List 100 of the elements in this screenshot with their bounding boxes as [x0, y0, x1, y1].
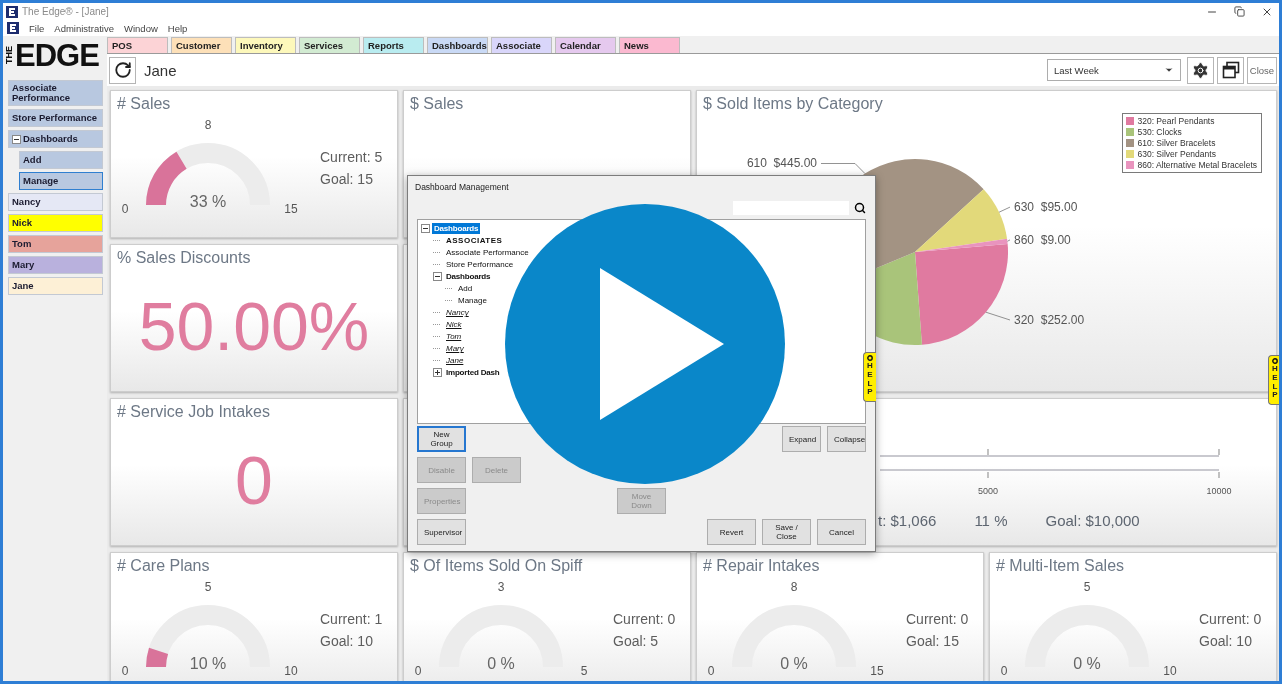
leader-line	[1007, 239, 1011, 242]
dialog-button[interactable]: New Group	[417, 426, 466, 452]
tree-item[interactable]: Jane	[444, 355, 466, 367]
nav-tab[interactable]: News	[619, 37, 680, 53]
dialog-button[interactable]: Collapse	[827, 426, 866, 452]
tree-item[interactable]: Mary	[444, 343, 466, 355]
gauge-max: 15	[870, 664, 884, 678]
search-icon[interactable]	[854, 201, 866, 214]
settings-button[interactable]	[1187, 56, 1214, 84]
gauge-min: 0	[1000, 664, 1008, 678]
scale-tick-label: 5000	[978, 486, 998, 496]
collapse-toggle-icon[interactable]	[12, 134, 21, 144]
sidebar-item[interactable]: Add	[19, 151, 103, 169]
dialog-button[interactable]: Cancel	[817, 519, 866, 545]
help-circle-icon	[1272, 358, 1278, 364]
dialog-button[interactable]: Save / Close	[762, 519, 811, 545]
percent-value: 11 %	[974, 512, 1008, 529]
nav-tab[interactable]: Customer	[171, 37, 232, 53]
help-tab[interactable]: HELP	[863, 352, 876, 402]
card-title: # Care Plans	[116, 556, 211, 575]
nav-tab[interactable]: Dashboards	[427, 37, 488, 53]
sidebar-item[interactable]: Associate Performance	[8, 80, 103, 106]
tree-item[interactable]: Dashboards	[432, 223, 481, 235]
refresh-button[interactable]	[109, 56, 136, 84]
help-circle-icon	[867, 355, 873, 361]
leader-line	[985, 311, 1011, 321]
windows-button[interactable]	[1217, 56, 1244, 84]
card-title: # Multi-Item Sales	[995, 556, 1126, 575]
sidebar-item[interactable]: Jane	[8, 277, 103, 295]
card-title: $ Sold Items by Category	[702, 94, 884, 113]
nav-tab[interactable]: Calendar	[555, 37, 616, 53]
dialog-button[interactable]: Supervisor	[417, 519, 466, 545]
tree-item[interactable]: Imported Dash	[444, 367, 502, 379]
card-title: % Sales Discounts	[116, 248, 252, 267]
gauge-max: 5	[580, 664, 588, 678]
sidebar-item[interactable]: Store Performance	[8, 109, 103, 127]
sidebar-item[interactable]: Nancy	[8, 193, 103, 211]
tree-item[interactable]: ASSOCIATES	[444, 235, 505, 247]
tree-item[interactable]: Store Performance	[444, 259, 516, 271]
window-title: The Edge® - [Jane]	[22, 6, 109, 17]
metric-value: 50.00%	[138, 292, 370, 366]
gauge-percent: 33 %	[189, 193, 227, 210]
restore-icon[interactable]	[1234, 5, 1245, 17]
menu-item[interactable]: Window	[124, 22, 158, 34]
tree-item[interactable]: Tom	[444, 331, 464, 343]
nav-tab[interactable]: Services	[299, 37, 360, 53]
tree-item[interactable]: Add	[456, 283, 475, 295]
tree-item[interactable]: Nancy	[444, 307, 471, 319]
tree-connector-icon	[445, 300, 454, 302]
slice-label: 320 $252.00	[1014, 313, 1085, 327]
collapse-toggle-icon[interactable]	[433, 272, 442, 282]
caret-icon	[1164, 65, 1174, 75]
sidebar-item[interactable]: Mary	[8, 256, 103, 274]
gauge-midpoint: 8	[204, 118, 212, 132]
slice-label: 630 $95.00	[1014, 200, 1078, 215]
tree-item[interactable]: Nick	[444, 319, 464, 331]
sidebar-item[interactable]: Dashboards	[8, 130, 103, 148]
gauge-min: 0	[121, 664, 129, 678]
tree-item[interactable]: Dashboards	[444, 271, 493, 283]
menu-item[interactable]: File	[29, 22, 45, 34]
refresh-icon	[113, 61, 132, 79]
dialog-button[interactable]: Revert	[707, 519, 756, 545]
slice-label: 610 $445.00	[746, 156, 817, 171]
sidebar-item[interactable]: Manage	[19, 172, 103, 190]
gauge-percent: 0 %	[487, 655, 515, 672]
menu-item[interactable]: Help	[167, 22, 188, 34]
close-button[interactable]: Close	[1247, 56, 1277, 84]
current-value: Current: 1	[320, 611, 383, 627]
sidebar-item[interactable]: Nick	[8, 214, 103, 232]
dashboard-title: Jane	[144, 61, 177, 79]
tree-connector-icon	[433, 336, 442, 338]
gauge-percent: 0 %	[780, 655, 808, 672]
period-dropdown[interactable]: Last Week	[1047, 59, 1181, 81]
help-tab[interactable]: HELP	[1268, 355, 1279, 405]
card-title: # Service Job Intakes	[116, 402, 271, 421]
menu-item[interactable]: Administrative	[54, 22, 114, 34]
tree-connector-icon	[433, 360, 442, 362]
current-value: Current: 0	[906, 611, 969, 627]
collapse-toggle-icon[interactable]	[421, 224, 430, 234]
sidebar-item[interactable]: Tom	[8, 235, 103, 253]
tree-connector-icon	[433, 252, 442, 254]
nav-tab[interactable]: Reports	[363, 37, 424, 53]
gauge-min: 0	[707, 664, 715, 678]
tree-item[interactable]: Manage	[456, 295, 489, 307]
dialog-button[interactable]: Expand	[782, 426, 821, 452]
current-value: Current: 0	[613, 611, 676, 627]
nav-tab[interactable]: Inventory	[235, 37, 296, 53]
legend-label: 610: Silver Bracelets	[1137, 138, 1216, 148]
tree-item[interactable]: Associate Performance	[444, 247, 531, 259]
tree-connector-icon	[433, 264, 442, 266]
card-title: # Repair Intakes	[702, 556, 821, 575]
expand-toggle-icon[interactable]	[433, 368, 442, 378]
tree-connector-icon	[445, 288, 454, 290]
goal-value: Goal: 15	[906, 633, 960, 649]
logo-text: THE	[5, 46, 14, 64]
dialog-title: Dashboard Management	[415, 181, 510, 192]
nav-tab[interactable]: Associate	[491, 37, 552, 53]
nav-tab[interactable]: POS	[107, 37, 168, 53]
tree-connector-icon	[433, 312, 442, 314]
goal-value: Goal: 10	[320, 633, 374, 649]
